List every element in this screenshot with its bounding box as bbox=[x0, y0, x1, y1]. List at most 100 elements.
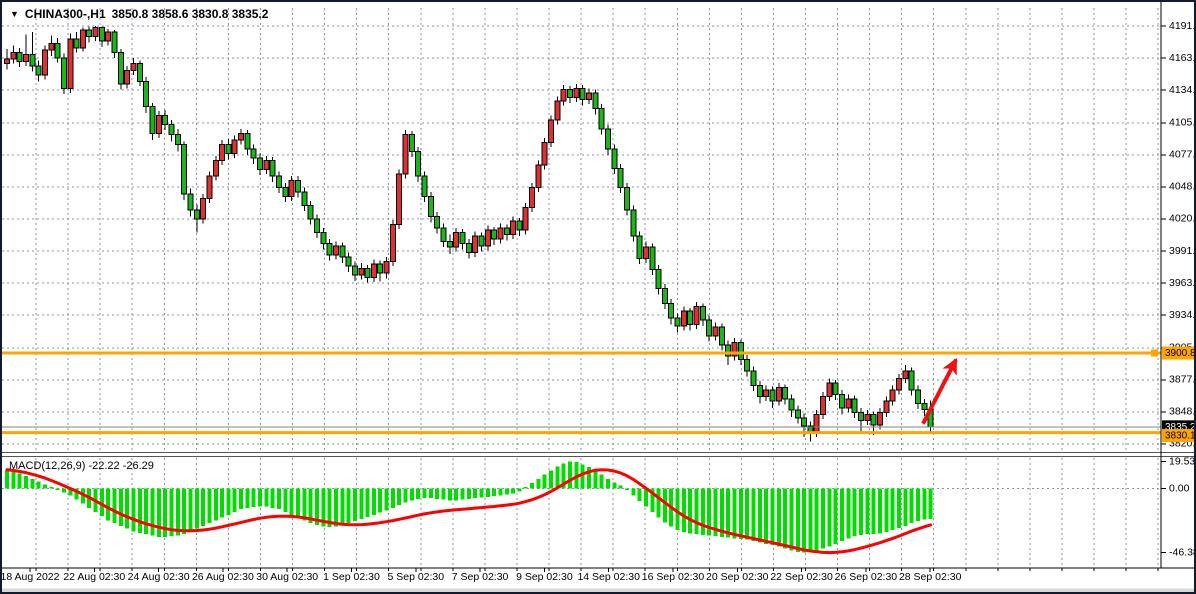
candle-bullish bbox=[68, 39, 73, 89]
candle-bearish bbox=[182, 145, 187, 195]
candle-bearish bbox=[144, 82, 149, 107]
candle-bullish bbox=[106, 32, 111, 41]
price-axis-label: 3848.5 bbox=[1169, 406, 1194, 418]
candle-bullish bbox=[93, 28, 98, 37]
candle-bullish bbox=[574, 88, 579, 97]
candle-bullish bbox=[643, 247, 648, 258]
macd-bar bbox=[347, 489, 351, 524]
candle-bullish bbox=[523, 208, 528, 231]
candle-bearish bbox=[61, 58, 66, 88]
macd-bar bbox=[479, 489, 483, 498]
candle-bearish bbox=[422, 176, 427, 196]
candle-bearish bbox=[688, 311, 693, 325]
candle-bullish bbox=[713, 327, 718, 336]
macd-bar bbox=[644, 489, 648, 507]
macd-bar bbox=[796, 489, 800, 553]
symbol-dropdown-icon[interactable]: ▼ bbox=[10, 9, 19, 19]
candle-bearish bbox=[365, 268, 370, 277]
time-axis[interactable]: 18 Aug 202222 Aug 02:3024 Aug 02:3026 Au… bbox=[2, 568, 1158, 583]
candle-bearish bbox=[258, 158, 263, 169]
macd-bar bbox=[416, 489, 420, 499]
candle-bearish bbox=[163, 115, 168, 124]
macd-bar bbox=[764, 489, 768, 544]
macd-bar bbox=[758, 489, 762, 543]
macd-bar bbox=[214, 489, 218, 521]
candle-bearish bbox=[909, 371, 914, 390]
candle-bearish bbox=[460, 232, 465, 243]
candle-bullish bbox=[865, 415, 870, 421]
trend-arrow[interactable] bbox=[923, 360, 956, 424]
macd-bar bbox=[435, 489, 439, 499]
macd-bar bbox=[454, 489, 458, 501]
price-axis-label: 4105.5 bbox=[1169, 117, 1194, 129]
macd-bar bbox=[606, 479, 610, 489]
macd-bar bbox=[840, 489, 844, 542]
candle-bearish bbox=[428, 196, 433, 216]
candle-bearish bbox=[283, 187, 288, 196]
macd-bar bbox=[726, 489, 730, 538]
macd-bar bbox=[359, 489, 363, 519]
candle-bearish bbox=[17, 52, 22, 61]
price-axis-label: 4077.0 bbox=[1169, 149, 1194, 161]
macd-bar bbox=[5, 471, 9, 489]
macd-bar bbox=[884, 489, 888, 533]
time-axis-label: 26 Aug 02:30 bbox=[192, 571, 254, 583]
macd-bar bbox=[372, 489, 376, 515]
candle-bearish bbox=[492, 230, 497, 239]
macd-bar bbox=[144, 489, 148, 535]
resistance-price-badge-text: 3900.8 bbox=[1165, 348, 1194, 359]
candle-bearish bbox=[504, 228, 509, 235]
candle-bullish bbox=[5, 59, 10, 64]
macd-bar bbox=[872, 489, 876, 535]
candle-bearish bbox=[624, 187, 629, 210]
macd-bar bbox=[195, 489, 199, 529]
macd-bar bbox=[657, 489, 661, 518]
candle-bearish bbox=[802, 418, 807, 426]
macd-bar bbox=[638, 489, 642, 501]
candle-bearish bbox=[915, 390, 920, 404]
candle-bullish bbox=[125, 70, 130, 84]
price-axis-label: 4020.0 bbox=[1169, 213, 1194, 225]
price-axis[interactable]: 4191.54163.04134.54105.54077.04048.54020… bbox=[1161, 20, 1194, 559]
macd-bar bbox=[62, 489, 66, 493]
macd-bar bbox=[290, 489, 294, 515]
candle-bearish bbox=[466, 244, 471, 253]
candle-bullish bbox=[536, 165, 541, 188]
macd-bar bbox=[619, 486, 623, 489]
macd-bar bbox=[751, 489, 755, 542]
candle-bearish bbox=[593, 93, 598, 109]
macd-bar bbox=[264, 489, 268, 507]
candle-bearish bbox=[321, 232, 326, 243]
candle-bearish bbox=[441, 228, 446, 242]
candle-bearish bbox=[599, 109, 604, 129]
macd-bar bbox=[302, 489, 306, 521]
candle-bullish bbox=[511, 221, 516, 235]
macd-bar bbox=[132, 489, 136, 532]
candle-bearish bbox=[656, 270, 661, 289]
candle-bearish bbox=[719, 327, 724, 345]
macd-bar bbox=[600, 475, 604, 489]
candle-bearish bbox=[169, 124, 174, 134]
time-axis-label: 16 Sep 02:30 bbox=[642, 571, 705, 583]
candle-bullish bbox=[42, 50, 47, 75]
candle-bearish bbox=[302, 192, 307, 206]
candle-bearish bbox=[605, 129, 610, 149]
price-axis-label: 4163.0 bbox=[1169, 52, 1194, 64]
candle-bullish bbox=[549, 120, 554, 143]
macd-bar bbox=[397, 489, 401, 506]
candle-bearish bbox=[251, 149, 256, 158]
macd-bar bbox=[150, 489, 154, 536]
panel-separator[interactable] bbox=[2, 453, 1194, 457]
candle-bullish bbox=[530, 187, 535, 207]
macd-bar bbox=[404, 489, 408, 503]
time-axis-label: 9 Sep 02:30 bbox=[516, 571, 573, 583]
macd-bar bbox=[834, 489, 838, 544]
hline-handle[interactable] bbox=[1151, 350, 1158, 357]
macd-bar bbox=[625, 489, 629, 490]
candle-bearish bbox=[118, 52, 123, 84]
macd-bar bbox=[296, 489, 300, 518]
macd-bar bbox=[682, 489, 686, 533]
price-axis-label: 4048.5 bbox=[1169, 181, 1194, 193]
candle-bearish bbox=[175, 135, 180, 145]
candle-bearish bbox=[757, 385, 762, 396]
